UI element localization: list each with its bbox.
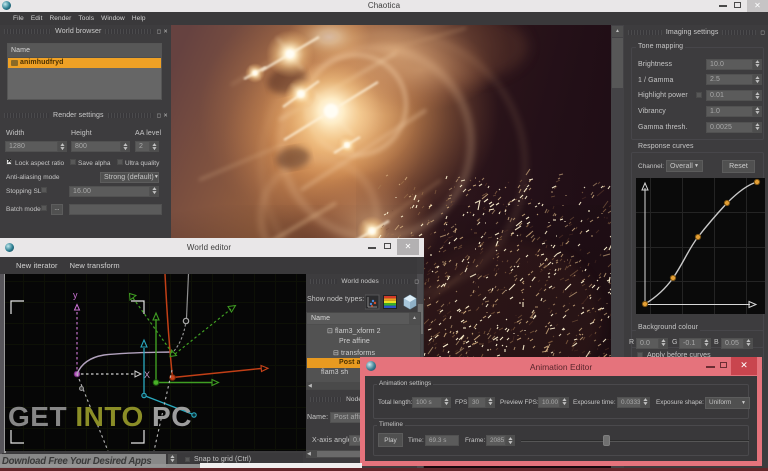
svg-text:y: y	[73, 290, 78, 300]
svg-text:X: X	[144, 370, 150, 380]
svg-text:GET INTO PC: GET INTO PC	[8, 401, 192, 432]
